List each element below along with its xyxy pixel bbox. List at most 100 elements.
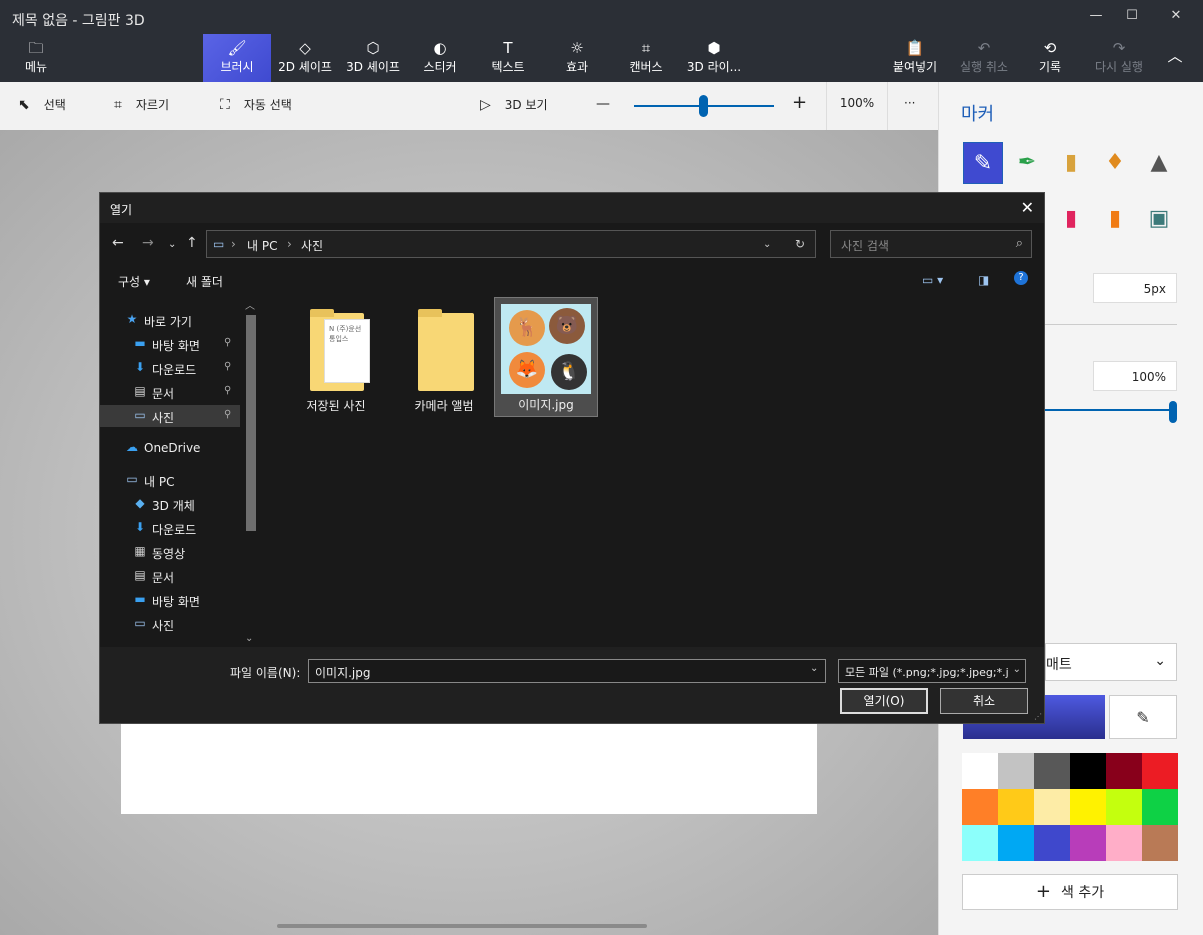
history-button[interactable]: ⟲ 기록 bbox=[1030, 34, 1070, 82]
color-swatch[interactable] bbox=[1106, 789, 1142, 825]
tab-3d-shapes[interactable]: ⬡ 3D 셰이프 bbox=[340, 34, 406, 82]
color-swatch[interactable] bbox=[1070, 753, 1106, 789]
minimize-button[interactable]: — bbox=[1076, 8, 1116, 28]
tab-brushes[interactable]: 🖌 브러시 bbox=[203, 34, 271, 82]
nav-item[interactable]: ⬇ 다운로드 bbox=[100, 517, 240, 539]
view-options-icon[interactable]: ▭ ▾ bbox=[922, 273, 943, 287]
spray-can-brush[interactable]: ▮ bbox=[1095, 198, 1135, 240]
nav-item[interactable]: ▤ 문서 bbox=[100, 565, 240, 587]
folder-saved-pictures[interactable]: N (주)윤선통입스 저장된 사진 bbox=[284, 303, 388, 417]
color-swatch[interactable] bbox=[998, 753, 1034, 789]
help-icon[interactable]: ? bbox=[1014, 271, 1028, 285]
zoom-level[interactable]: 100% bbox=[826, 82, 888, 130]
filename-field[interactable]: 이미지.jpg bbox=[308, 659, 826, 683]
pixel-pen-brush[interactable]: ▲ bbox=[1139, 142, 1179, 184]
folder-camera-roll[interactable]: 카메라 앨범 bbox=[392, 303, 496, 417]
magic-select-tool[interactable]: ⛶ 자동 선택 bbox=[220, 96, 292, 113]
forward-arrow-icon[interactable]: → bbox=[142, 235, 154, 251]
color-swatch[interactable] bbox=[1142, 789, 1178, 825]
eyedropper-button[interactable]: ✎ bbox=[1109, 695, 1177, 739]
marker-brush[interactable]: ✎ bbox=[963, 142, 1003, 184]
new-folder-button[interactable]: 새 폴더 bbox=[186, 273, 223, 290]
redo-button[interactable]: ↷ 다시 실행 bbox=[1090, 34, 1148, 82]
nav-scrollbar[interactable]: ︿ ⌄ bbox=[242, 297, 258, 647]
fill-brush[interactable]: ▣ bbox=[1139, 198, 1179, 240]
nav-item[interactable]: ☁ OneDrive bbox=[100, 437, 240, 459]
tab-canvas[interactable]: ⌗ 캔버스 bbox=[618, 34, 674, 82]
image-file[interactable]: 🦌 🐻 🦊 🐧 이미지.jpg bbox=[494, 297, 598, 417]
color-swatch[interactable] bbox=[998, 789, 1034, 825]
color-swatch[interactable] bbox=[1034, 789, 1070, 825]
undo-button[interactable]: ↶ 실행 취소 bbox=[954, 34, 1014, 82]
nav-item[interactable]: ◆ 3D 개체 bbox=[100, 493, 240, 515]
organize-button[interactable]: 구성 ▾ bbox=[118, 273, 150, 290]
open-button[interactable]: 열기(O) bbox=[840, 688, 928, 714]
add-color-button[interactable]: + 색 추가 bbox=[962, 874, 1178, 910]
zoom-out-button[interactable]: — bbox=[596, 96, 610, 112]
crop-tool[interactable]: ⌗ 자르기 bbox=[114, 96, 169, 113]
address-bar[interactable]: ▭ › 내 PC › 사진 ⌄ ↻ bbox=[206, 230, 816, 258]
opacity-input[interactable]: 100% bbox=[1093, 361, 1177, 391]
color-swatch[interactable] bbox=[1070, 789, 1106, 825]
nav-item[interactable]: ⬇ 다운로드 ⚲ bbox=[100, 357, 240, 379]
recent-locations-icon[interactable]: ⌄ bbox=[168, 239, 176, 250]
collapse-ribbon-button[interactable]: ︿ bbox=[1160, 34, 1190, 82]
nav-scroll-thumb[interactable] bbox=[246, 315, 256, 531]
close-window-button[interactable]: ✕ bbox=[1156, 8, 1196, 28]
tab-3d-library[interactable]: ⬢ 3D 라이... bbox=[684, 34, 744, 82]
opacity-slider-track[interactable] bbox=[1045, 409, 1175, 411]
select-tool[interactable]: ⬉ 선택 bbox=[18, 96, 66, 113]
color-swatch[interactable] bbox=[1034, 753, 1070, 789]
dialog-close-button[interactable]: ✕ bbox=[1021, 198, 1034, 217]
nav-item[interactable]: ★ 바로 가기 bbox=[100, 309, 240, 331]
color-swatch[interactable] bbox=[1034, 825, 1070, 861]
tab-stickers[interactable]: ◐ 스티커 bbox=[410, 34, 470, 82]
zoom-in-button[interactable]: + bbox=[792, 92, 807, 113]
cancel-button[interactable]: 취소 bbox=[940, 688, 1028, 714]
zoom-slider-thumb[interactable] bbox=[699, 95, 708, 117]
breadcrumb-my-pc[interactable]: 내 PC bbox=[247, 237, 277, 254]
nav-item[interactable]: ▭ 사진 ⚲ bbox=[100, 405, 240, 427]
more-options-button[interactable]: ··· bbox=[904, 96, 915, 110]
preview-pane-icon[interactable]: ◨ bbox=[978, 273, 989, 287]
color-swatch[interactable] bbox=[1106, 753, 1142, 789]
nav-item[interactable]: ▤ 문서 ⚲ bbox=[100, 381, 240, 403]
color-swatch[interactable] bbox=[962, 825, 998, 861]
resize-grip-icon[interactable]: ⋰ bbox=[1034, 712, 1042, 721]
calligraphy-pen-brush[interactable]: ✒ bbox=[1007, 142, 1047, 184]
tab-2d-shapes[interactable]: ◇ 2D 셰이프 bbox=[272, 34, 338, 82]
chevron-down-icon[interactable]: ⌄ bbox=[763, 239, 771, 250]
watercolor-brush[interactable]: ♦ bbox=[1095, 142, 1135, 184]
thickness-input[interactable]: 5px bbox=[1093, 273, 1177, 303]
tab-text[interactable]: T 텍스트 bbox=[478, 34, 538, 82]
back-arrow-icon[interactable]: ← bbox=[112, 235, 124, 251]
nav-item[interactable]: ▬ 바탕 화면 ⚲ bbox=[100, 333, 240, 355]
nav-item[interactable]: ▬ 바탕 화면 bbox=[100, 589, 240, 611]
scroll-up-icon[interactable]: ︿ bbox=[245, 297, 255, 312]
color-swatch[interactable] bbox=[1142, 825, 1178, 861]
nav-item[interactable]: ▭ 사진 bbox=[100, 613, 240, 635]
color-swatch[interactable] bbox=[962, 789, 998, 825]
scroll-down-icon[interactable]: ⌄ bbox=[245, 633, 253, 644]
opacity-slider-thumb[interactable] bbox=[1169, 401, 1177, 423]
maximize-button[interactable]: ☐ bbox=[1112, 8, 1152, 28]
breadcrumb-pictures[interactable]: 사진 bbox=[301, 237, 323, 254]
refresh-icon[interactable]: ↻ bbox=[795, 237, 805, 251]
chevron-down-icon[interactable]: ⌄ bbox=[810, 663, 818, 674]
color-swatch[interactable] bbox=[1070, 825, 1106, 861]
search-input[interactable]: 사진 검색 ⌕ bbox=[830, 230, 1032, 258]
color-swatch[interactable] bbox=[962, 753, 998, 789]
color-swatch[interactable] bbox=[998, 825, 1034, 861]
nav-item[interactable]: ▭ 내 PC bbox=[100, 469, 240, 491]
menu-button[interactable]: 🗀 메뉴 bbox=[10, 34, 62, 82]
color-swatch[interactable] bbox=[1106, 825, 1142, 861]
paste-button[interactable]: 📋 붙여넣기 bbox=[888, 34, 942, 82]
up-arrow-icon[interactable]: ↑ bbox=[186, 235, 198, 251]
crayon-brush[interactable]: ▮ bbox=[1051, 198, 1091, 240]
nav-item[interactable]: ▦ 동영상 bbox=[100, 541, 240, 563]
filetype-select[interactable]: 모든 파일 (*.png;*.jpg;*.jpeg;*.j ⌄ bbox=[838, 659, 1026, 683]
drawing-canvas[interactable] bbox=[121, 720, 817, 814]
color-swatch[interactable] bbox=[1142, 753, 1178, 789]
oil-brush[interactable]: ▮ bbox=[1051, 142, 1091, 184]
tab-effects[interactable]: ☼ 효과 bbox=[552, 34, 602, 82]
